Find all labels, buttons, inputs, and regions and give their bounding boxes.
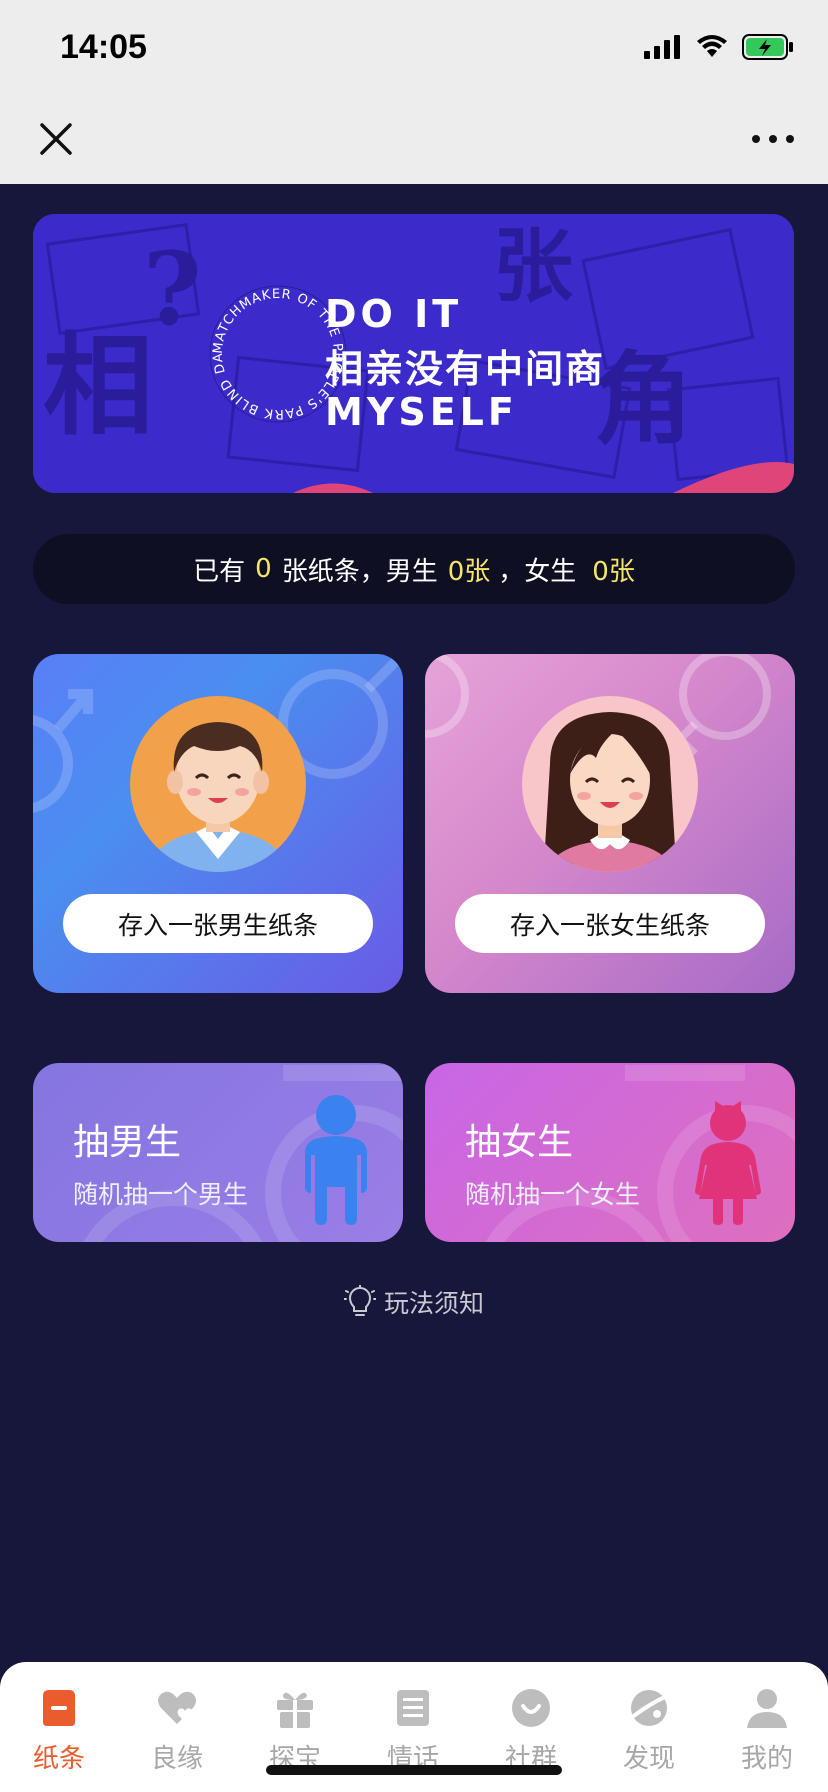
svg-text:相: 相 xyxy=(43,321,153,450)
rules-label: 玩法须知 xyxy=(383,1289,484,1318)
stats-mid-1: 张纸条，男生 xyxy=(281,556,438,587)
tab-me[interactable]: 我的 xyxy=(722,1686,812,1786)
svg-text:张: 张 xyxy=(493,219,573,313)
tab-fate[interactable]: 良缘 xyxy=(132,1686,222,1786)
draw-male-title: 抽男生 xyxy=(73,1122,182,1163)
tab-discover[interactable]: 发现 xyxy=(604,1686,694,1786)
female-figure-icon xyxy=(695,1101,761,1225)
home-indicator xyxy=(266,1765,562,1775)
status-bar: 14:05 xyxy=(0,0,828,95)
status-time: 14:05 xyxy=(60,28,147,66)
male-figure-icon xyxy=(305,1095,367,1225)
stats-mid-2: ，女生 xyxy=(498,556,577,587)
stats-total-count: 0 xyxy=(255,554,272,584)
close-icon[interactable] xyxy=(34,117,78,161)
smile-icon xyxy=(512,1689,550,1727)
tab-label: 我的 xyxy=(740,1744,793,1774)
tab-label: 发现 xyxy=(622,1744,675,1774)
battery-icon xyxy=(742,34,793,60)
male-avatar xyxy=(130,696,306,872)
stats-male-count: 0张 xyxy=(447,556,491,587)
tab-label: 良缘 xyxy=(150,1744,203,1774)
hearts-icon xyxy=(158,1691,196,1724)
female-note-card: 存入一张女生纸条 xyxy=(425,654,795,993)
rules-link[interactable]: 玩法须知 xyxy=(0,1284,828,1320)
male-note-card: 存入一张男生纸条 xyxy=(33,654,403,993)
svg-text:角: 角 xyxy=(593,340,693,458)
svg-text:?: ? xyxy=(143,230,202,348)
draw-female-title: 抽女生 xyxy=(465,1122,574,1163)
wifi-icon xyxy=(697,35,727,57)
more-icon[interactable] xyxy=(748,121,798,157)
lightbulb-icon xyxy=(343,1285,376,1316)
banner-line-1: DO IT xyxy=(325,292,463,336)
gift-icon xyxy=(277,1692,313,1728)
banner-line-3: MYSELF xyxy=(325,390,518,434)
notes-stats: 已有 0 张纸条，男生 0张 ，女生 0张 xyxy=(33,534,795,604)
promo-banner[interactable]: 相 角 张 ? MATCHMAKER OF THE PEOPLE'S PARK … xyxy=(33,214,794,493)
signal-icon xyxy=(644,35,680,59)
stats-female-count: 0张 xyxy=(592,556,635,587)
tab-notes[interactable]: 纸条 xyxy=(14,1686,104,1786)
draw-male-card[interactable]: 抽男生 随机抽一个男生 xyxy=(33,1063,403,1242)
list-icon xyxy=(397,1690,429,1726)
system-icons xyxy=(644,34,794,60)
store-male-note-button[interactable]: 存入一张男生纸条 xyxy=(63,894,373,953)
draw-male-subtitle: 随机抽一个男生 xyxy=(73,1180,249,1209)
draw-female-subtitle: 随机抽一个女生 xyxy=(465,1180,641,1209)
draw-female-card[interactable]: 抽女生 随机抽一个女生 xyxy=(425,1063,795,1242)
person-icon xyxy=(747,1689,787,1728)
stats-prefix: 已有 xyxy=(193,556,246,587)
planet-icon xyxy=(629,1690,668,1726)
banner-line-2: 相亲没有中间商 xyxy=(325,347,606,391)
note-icon xyxy=(43,1690,75,1726)
female-avatar xyxy=(522,696,698,872)
nav-bar xyxy=(0,95,828,184)
tab-label: 纸条 xyxy=(32,1744,85,1774)
store-female-note-button[interactable]: 存入一张女生纸条 xyxy=(455,894,765,953)
